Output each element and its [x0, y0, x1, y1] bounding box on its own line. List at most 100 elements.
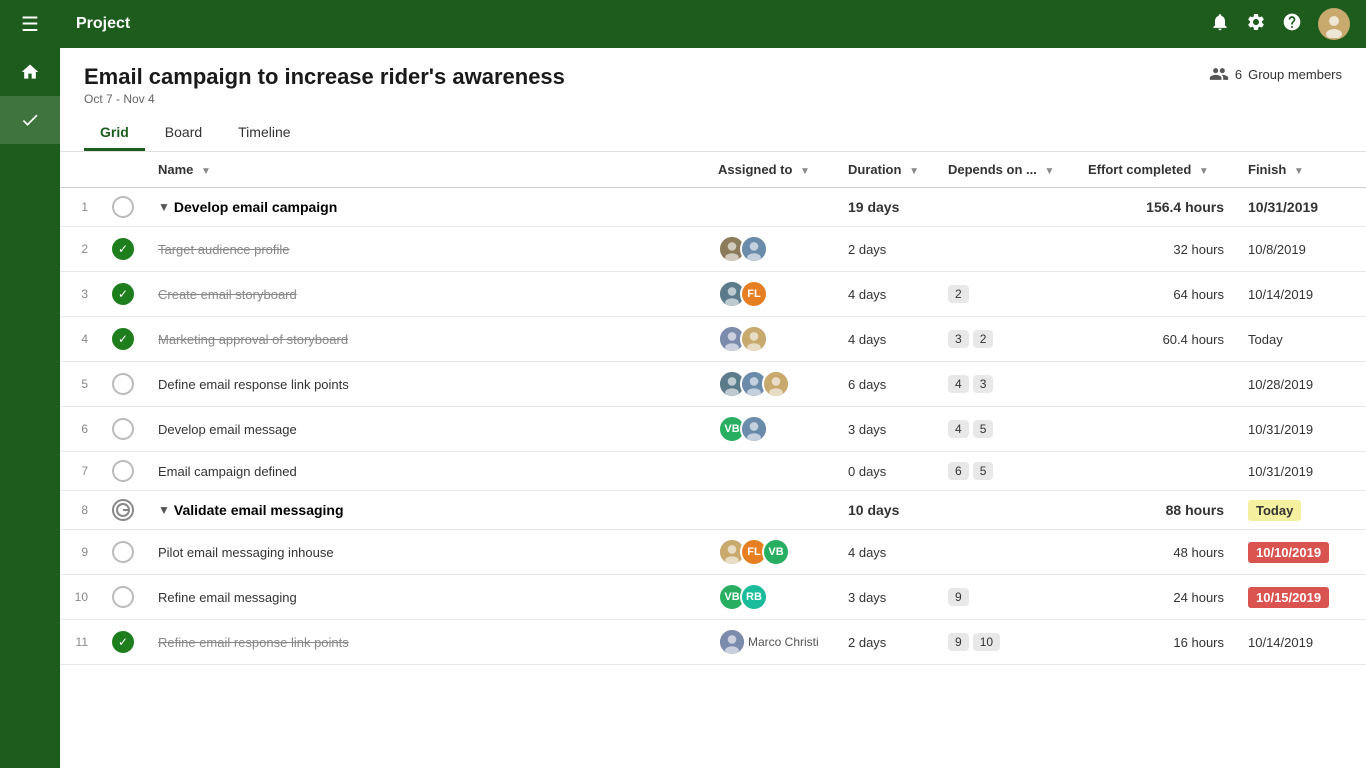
row-check[interactable]	[100, 407, 146, 452]
group-members[interactable]: 6 Group members	[1209, 64, 1342, 84]
duration-value: 2 days	[848, 635, 886, 650]
table-row[interactable]: 8▼Validate email messaging10 days88 hour…	[60, 491, 1366, 530]
col-header-depends[interactable]: Depends on ... ▼	[936, 152, 1076, 188]
check-circle[interactable]	[112, 541, 134, 563]
help-icon[interactable]	[1282, 12, 1302, 37]
assigned-to: VBRB	[706, 575, 836, 620]
check-circle[interactable]: ✓	[112, 283, 134, 305]
row-number: 7	[60, 452, 100, 491]
check-circle[interactable]	[112, 373, 134, 395]
col-header-effort[interactable]: Effort completed ▼	[1076, 152, 1236, 188]
dependency-badge: 9	[948, 588, 969, 606]
hamburger-icon[interactable]: ☰	[0, 0, 60, 51]
assigned-to: FLVB	[706, 530, 836, 575]
finish-date: 10/31/2019	[1236, 188, 1366, 227]
col-header-name[interactable]: Name ▼	[146, 152, 706, 188]
check-circle[interactable]: ✓	[112, 328, 134, 350]
task-name[interactable]: Target audience profile	[146, 227, 706, 272]
checkmark-icon[interactable]	[0, 96, 60, 144]
task-name[interactable]: Email campaign defined	[146, 452, 706, 491]
task-name-text: Refine email response link points	[158, 635, 349, 650]
table-row[interactable]: 3✓Create email storyboardFL4 days264 hou…	[60, 272, 1366, 317]
row-check[interactable]	[100, 575, 146, 620]
user-avatar[interactable]	[1318, 8, 1350, 40]
col-header-finish[interactable]: Finish ▼	[1236, 152, 1366, 188]
task-name[interactable]: ▼Validate email messaging	[146, 491, 706, 530]
check-circle[interactable]	[112, 586, 134, 608]
table-row[interactable]: 10Refine email messagingVBRB3 days924 ho…	[60, 575, 1366, 620]
check-circle[interactable]	[112, 418, 134, 440]
row-check[interactable]	[100, 491, 146, 530]
table-row[interactable]: 9Pilot email messaging inhouseFLVB4 days…	[60, 530, 1366, 575]
finish-value: 10/31/2019	[1248, 422, 1313, 437]
effort-completed: 16 hours	[1076, 620, 1236, 665]
tab-timeline[interactable]: Timeline	[222, 116, 306, 151]
table-row[interactable]: 11✓Refine email response link pointsMarc…	[60, 620, 1366, 665]
notification-icon[interactable]	[1210, 12, 1230, 37]
effort-value: 88 hours	[1166, 502, 1224, 518]
row-check[interactable]: ✓	[100, 620, 146, 665]
depends-on: 2	[936, 272, 1076, 317]
tab-board[interactable]: Board	[149, 116, 218, 151]
check-circle[interactable]: ✓	[112, 238, 134, 260]
effort-value: 60.4 hours	[1163, 332, 1224, 347]
group-count: 6	[1235, 67, 1242, 82]
task-name[interactable]: Create email storyboard	[146, 272, 706, 317]
table-row[interactable]: 6Develop email messageVB3 days4510/31/20…	[60, 407, 1366, 452]
settings-icon[interactable]	[1246, 12, 1266, 37]
task-name[interactable]: Pilot email messaging inhouse	[146, 530, 706, 575]
check-circle[interactable]: ✓	[112, 631, 134, 653]
avatar	[718, 628, 746, 656]
task-name[interactable]: Refine email response link points	[146, 620, 706, 665]
col-header-assigned[interactable]: Assigned to ▼	[706, 152, 836, 188]
tab-grid[interactable]: Grid	[84, 116, 145, 151]
task-name-text: Pilot email messaging inhouse	[158, 545, 334, 560]
top-bar-icons	[1210, 8, 1350, 40]
table-row[interactable]: 2✓Target audience profile2 days32 hours1…	[60, 227, 1366, 272]
duration-value: 3 days	[848, 422, 886, 437]
duration-value: 10 days	[848, 502, 899, 518]
table-row[interactable]: 4✓Marketing approval of storyboard4 days…	[60, 317, 1366, 362]
col-header-duration[interactable]: Duration ▼	[836, 152, 936, 188]
check-circle[interactable]	[112, 499, 134, 521]
task-name[interactable]: ▼Develop email campaign	[146, 188, 706, 227]
home-icon[interactable]	[0, 48, 60, 96]
finish-value: 10/8/2019	[1248, 242, 1306, 257]
check-circle[interactable]	[112, 196, 134, 218]
depends-on	[936, 530, 1076, 575]
row-check[interactable]: ✓	[100, 227, 146, 272]
task-name-text: Refine email messaging	[158, 590, 297, 605]
collapse-icon[interactable]: ▼	[158, 503, 170, 517]
finish-date: Today	[1236, 317, 1366, 362]
row-check[interactable]	[100, 530, 146, 575]
row-check[interactable]: ✓	[100, 317, 146, 362]
collapse-icon[interactable]: ▼	[158, 200, 170, 214]
row-check[interactable]	[100, 188, 146, 227]
col-header-num	[60, 152, 100, 188]
duration: 2 days	[836, 620, 936, 665]
task-name[interactable]: Refine email messaging	[146, 575, 706, 620]
table-row[interactable]: 7Email campaign defined0 days6510/31/201…	[60, 452, 1366, 491]
table-row[interactable]: 1▼Develop email campaign19 days156.4 hou…	[60, 188, 1366, 227]
check-circle[interactable]	[112, 460, 134, 482]
task-name[interactable]: Define email response link points	[146, 362, 706, 407]
assigned-to: Marco Christi	[706, 620, 836, 665]
row-check[interactable]	[100, 362, 146, 407]
app-title: Project	[76, 15, 1210, 33]
tabs-row: Grid Board Timeline	[84, 116, 1342, 151]
effort-value: 24 hours	[1173, 590, 1224, 605]
tasks-table: Name ▼ Assigned to ▼ Duration ▼ Depends …	[60, 152, 1366, 665]
duration-value: 2 days	[848, 242, 886, 257]
duration-value: 4 days	[848, 545, 886, 560]
row-check[interactable]	[100, 452, 146, 491]
sidebar: ☰	[0, 0, 60, 768]
depends-on: 910	[936, 620, 1076, 665]
row-check[interactable]: ✓	[100, 272, 146, 317]
table-row[interactable]: 5Define email response link points6 days…	[60, 362, 1366, 407]
avatar: FL	[740, 280, 768, 308]
finish-date: 10/8/2019	[1236, 227, 1366, 272]
effort-value: 64 hours	[1173, 287, 1224, 302]
duration-value: 4 days	[848, 287, 886, 302]
task-name[interactable]: Develop email message	[146, 407, 706, 452]
task-name[interactable]: Marketing approval of storyboard	[146, 317, 706, 362]
